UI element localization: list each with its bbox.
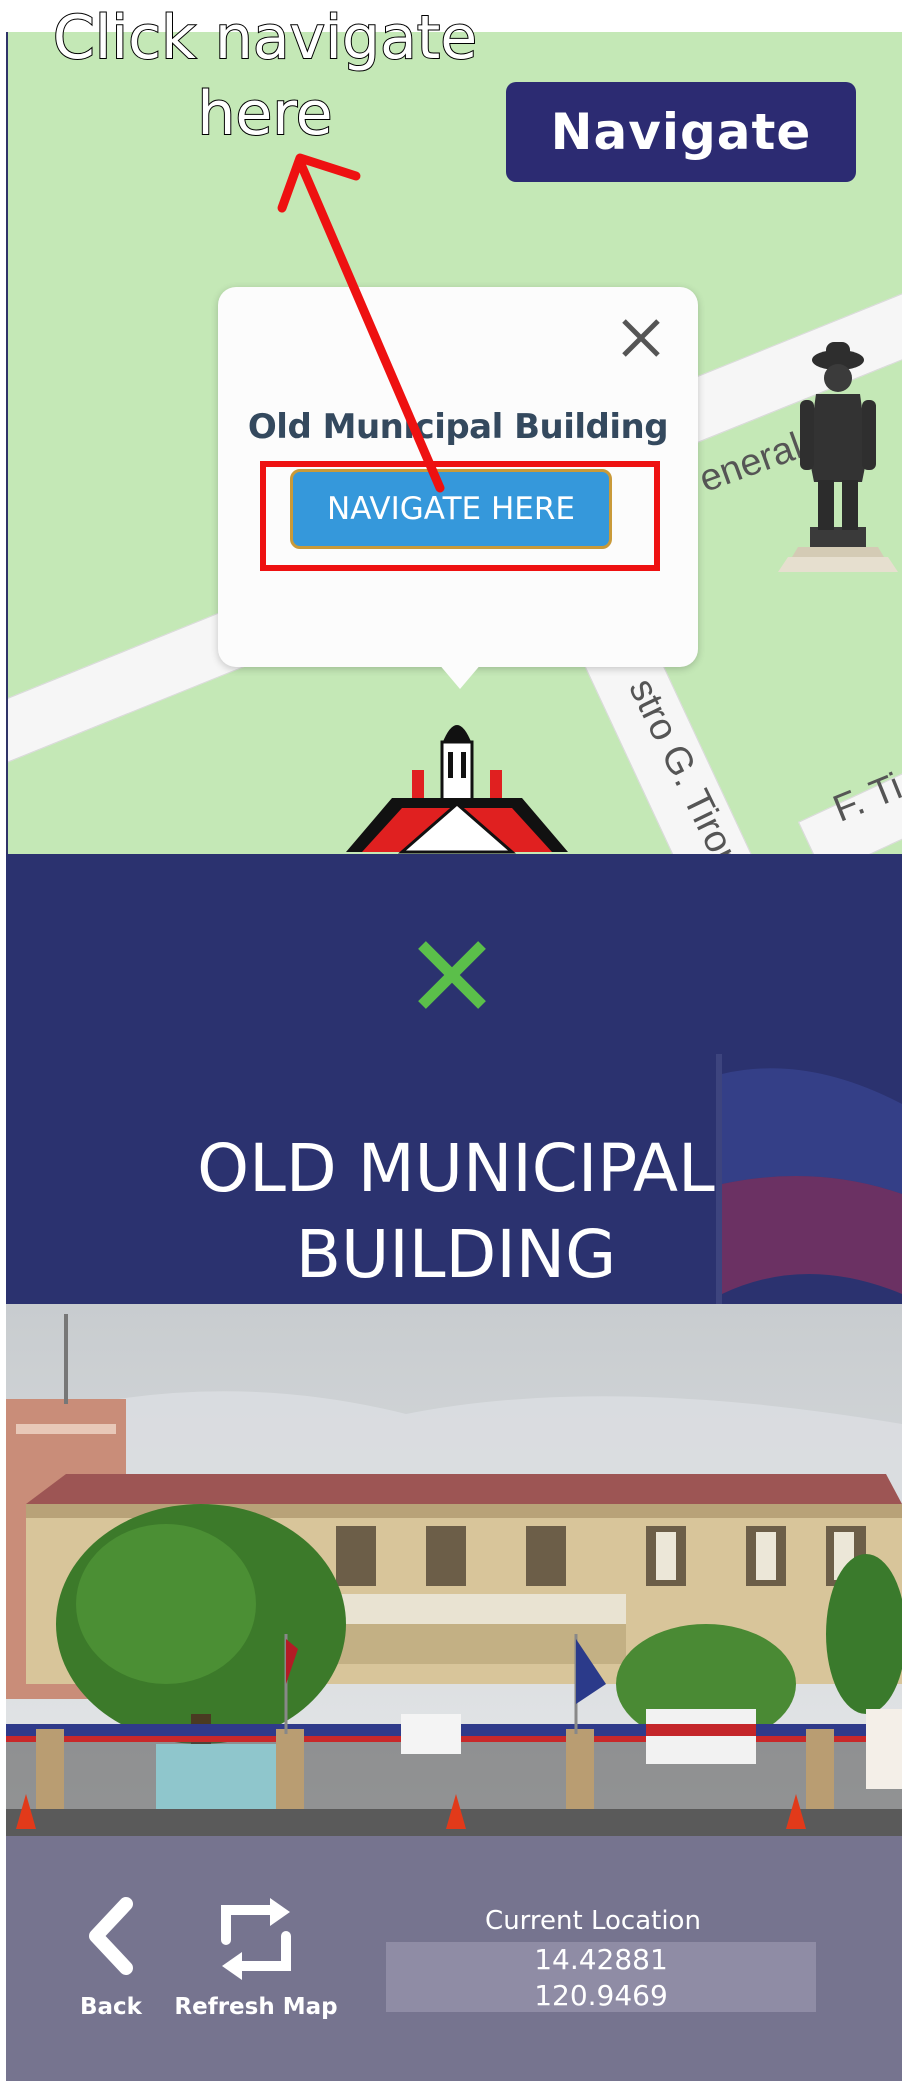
back-label: Back [80,1994,142,2020]
current-location-box: 14.42881 120.9469 [386,1942,816,2012]
longitude-value: 120.9469 [534,1979,668,2012]
close-x-icon[interactable] [416,939,488,1011]
annotation-line-1: Click navigate [52,2,478,74]
refresh-label: Refresh Map [174,1994,338,2020]
building-photo [6,1304,902,1836]
popup-title: Old Municipal Building [247,407,669,447]
back-button[interactable]: Back [66,1896,156,2020]
map-view[interactable]: eneral stro G. Tirona F. Ti Navigate Old… [6,32,902,854]
close-icon[interactable] [620,317,662,359]
latitude-value: 14.42881 [534,1943,668,1976]
app-frame: eneral stro G. Tirona F. Ti Navigate Old… [6,32,902,2081]
place-banner: OLD MUNICIPAL BUILDING [6,854,902,1304]
navigate-button[interactable]: Navigate [506,82,856,182]
annotation-line-2: here [196,78,333,150]
refresh-map-button[interactable]: Refresh Map [166,1896,346,2020]
back-chevron-icon [89,1897,133,1975]
annotation-text: Click navigate here [30,0,500,152]
highlight-box [260,461,660,571]
current-location-title: Current Location [485,1906,701,1936]
bottom-bar: Back Refresh Map Current Location 14.428… [6,1836,902,2081]
place-title: OLD MUNICIPAL BUILDING [197,1130,715,1293]
popup-pointer [438,663,482,689]
statue-icon[interactable] [768,332,902,577]
municipal-building-icon[interactable] [342,704,572,854]
refresh-icon [221,1898,291,1980]
